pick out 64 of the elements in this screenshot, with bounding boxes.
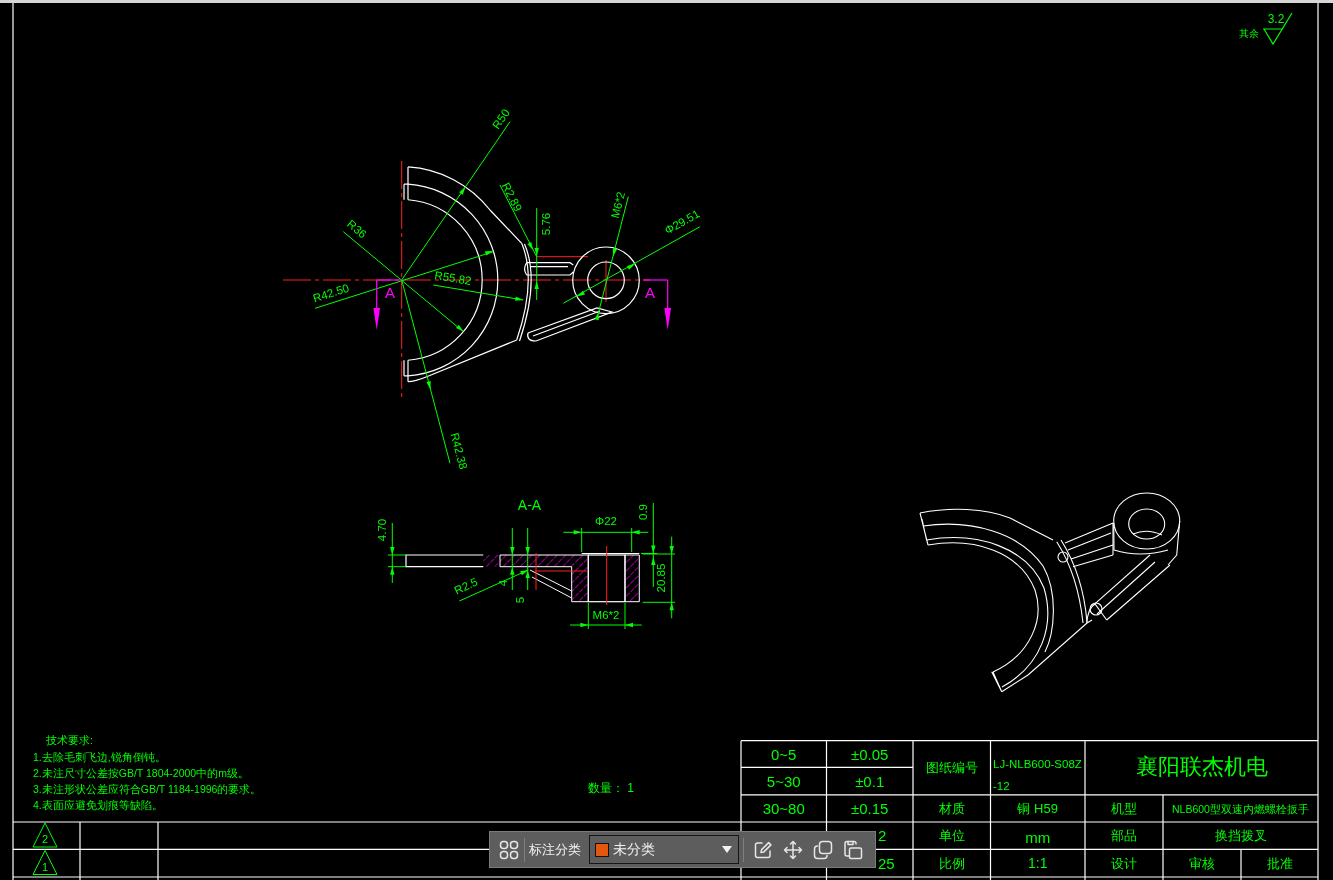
requirement-text: 1.去除毛刺飞边,锐角倒钝。 [33,751,166,763]
field-label: 图纸编号 [925,760,978,775]
dimension-text: 5.76 [540,212,552,236]
dimension-text: R42.38 [448,431,470,471]
tolerance-value: ±0.1 [855,772,885,790]
caret-icon [722,846,732,853]
dimension-text: 0.9 [637,504,649,520]
edit-icon [753,839,773,860]
requirement-text: 4.表面应避免划痕等缺陷。 [33,799,163,811]
section-label: A [645,283,655,301]
dimension-text: R42.50 [311,281,351,305]
dimension-text: R2.5 [452,575,480,597]
move-icon [783,839,803,860]
grid-button[interactable] [498,838,520,861]
roughness-note: 其余 [1239,27,1259,39]
tolerance-range: 0~5 [770,745,797,763]
field-label: 批准 [1266,855,1293,871]
paste-button[interactable] [842,838,864,861]
requirement-text: 3.未注形状公差应符合GB/T 1184-1996的要求。 [33,783,262,795]
toolbar-label: 标注分类 [529,840,581,859]
field-label: 材质 [938,801,965,816]
section-label: A [385,283,395,301]
tolerance-value: ±0.15 [851,800,889,817]
quantity-text: 数量： 1 [588,781,634,795]
field-value: 铜 H59 [1017,801,1058,816]
field-value: 换挡拨叉 [1214,828,1267,844]
field-label: 审核 [1189,855,1215,871]
field-label: 机型 [1111,801,1137,816]
dimension-text: R36 [345,217,369,241]
dimension-text: Φ22 [595,515,617,527]
tolerance-value: 25 [878,854,895,872]
paste-icon [843,839,863,860]
field-label: 设计 [1111,855,1137,871]
dimension-text: R55.82 [433,269,473,287]
section-arrow [373,279,402,330]
field-label: 部品 [1111,828,1137,844]
dimension-line [387,522,407,584]
tolerance-range: 30~80 [762,800,805,817]
revision-mark: 2 [32,822,58,848]
revision-mark: 1 [32,850,58,875]
dimension-text: 20.85 [655,563,667,593]
section-arrow [642,279,671,330]
move-button[interactable] [782,838,804,861]
field-value: 1:1 [1027,855,1048,871]
copy-button[interactable] [812,838,834,861]
dimension-text: M6*2 [608,190,628,220]
company-name: 襄阳联杰机电 [1135,753,1268,779]
tolerance-value: 2 [878,827,887,845]
view-title: A-A [517,497,542,513]
field-label: 比例 [938,855,965,871]
dimension-text: M6*2 [592,609,620,621]
drawing-number: LJ-NLB600-S08Z -12 [993,758,1082,792]
field-value: NLB600型双速内燃螺栓扳手 [1172,802,1309,815]
requirement-text: 2.未注尺寸公差按GB/T 1804-2000中的m级。 [33,767,249,779]
dimension-text: 4.70 [376,518,388,542]
copy-icon [813,839,833,860]
tolerance-range: 5~30 [766,772,801,790]
category-dropdown[interactable]: 未分类 [589,835,739,864]
grid-icon [499,839,519,860]
tolerance-value: ±0.05 [851,745,889,763]
field-label: 单位 [938,828,965,844]
field-value: mm [1025,828,1051,846]
requirements-title: 技术要求: [46,734,93,746]
dimension-text: 5 [514,596,526,604]
